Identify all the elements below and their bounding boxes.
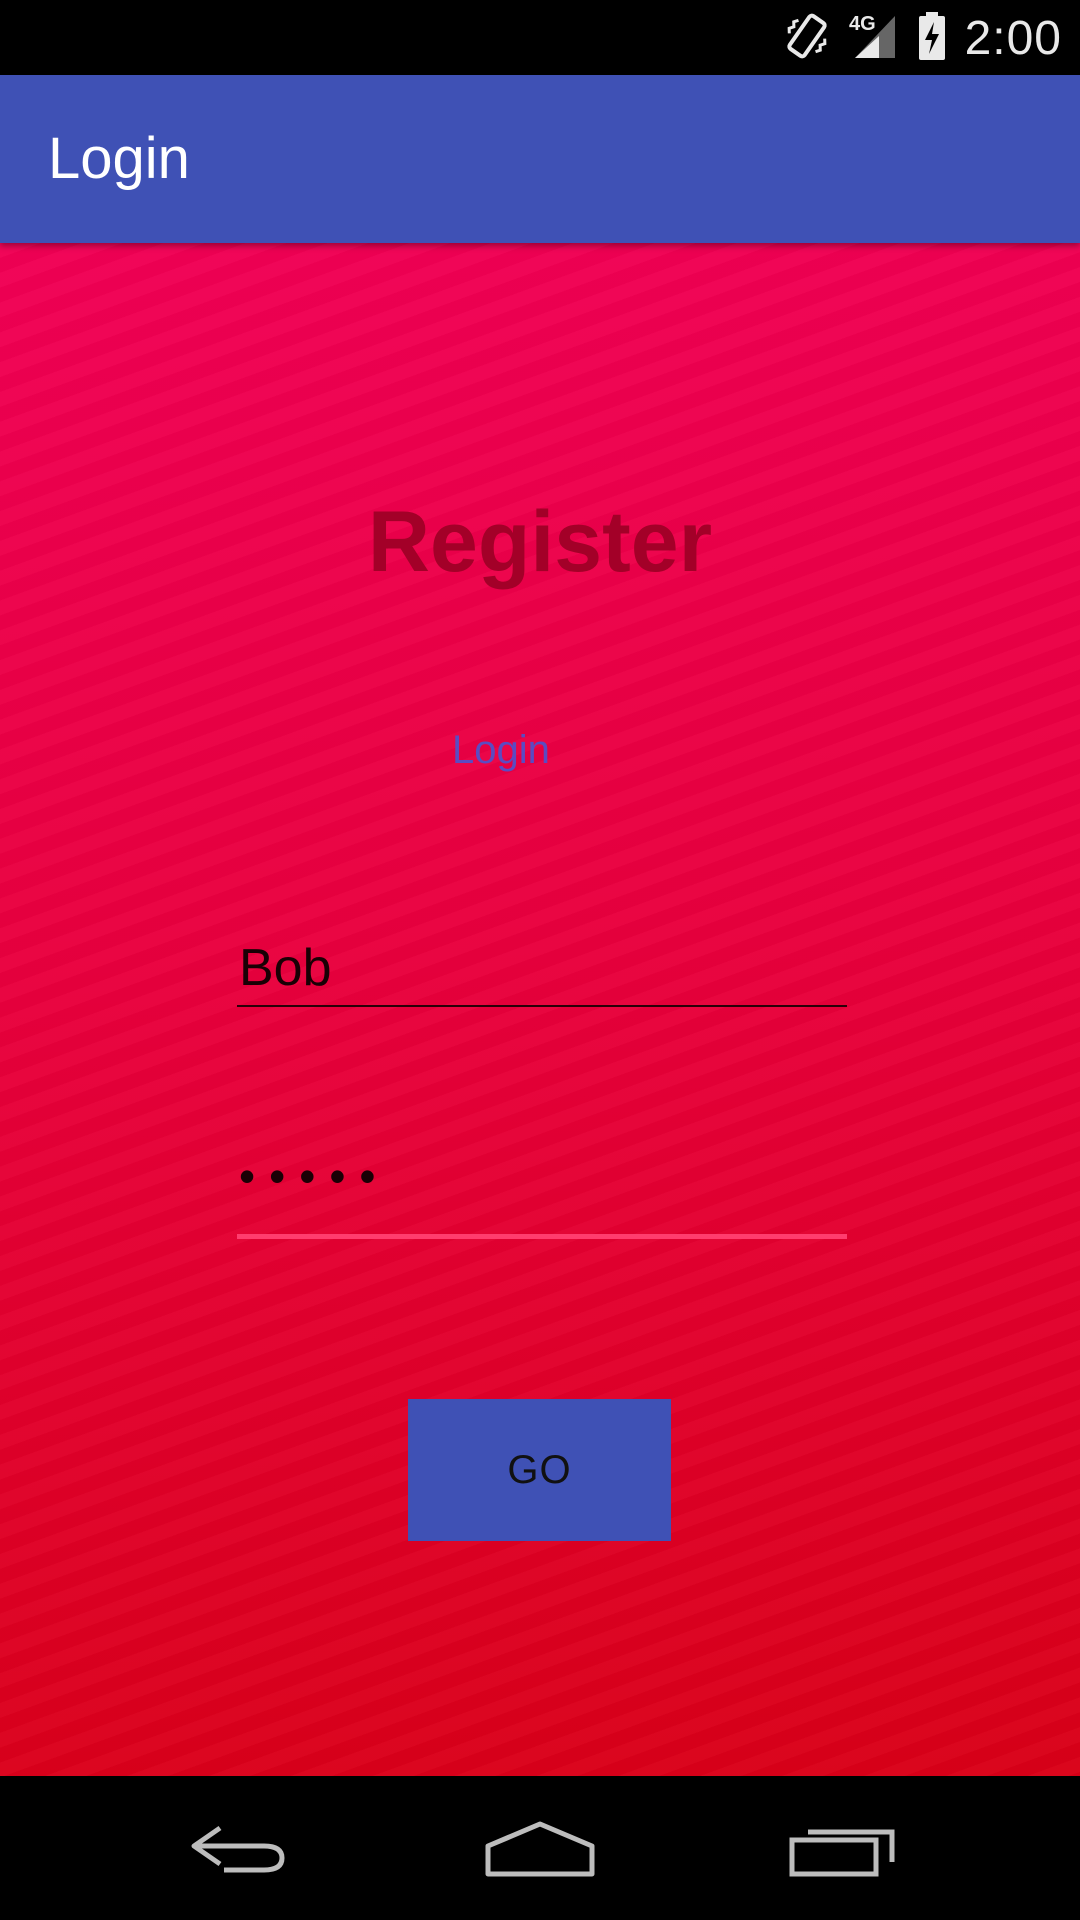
home-button[interactable]: [440, 1776, 640, 1920]
status-bar: 4G 2:00: [0, 0, 1080, 75]
password-input[interactable]: [237, 1118, 847, 1239]
login-link[interactable]: Login: [452, 728, 550, 773]
vibrate-icon: [783, 10, 831, 66]
signal-4g-icon: 4G: [849, 10, 899, 66]
recents-icon: [789, 1829, 895, 1877]
phone-screen: 4G 2:00 Login Register Login GO: [0, 0, 1080, 1920]
navigation-bar: [0, 1776, 1080, 1920]
register-heading: Register: [367, 494, 713, 590]
status-icons: 4G 2:00: [783, 8, 1062, 68]
app-title: Login: [48, 126, 190, 191]
username-input[interactable]: [237, 931, 847, 1007]
go-button[interactable]: GO: [408, 1399, 671, 1541]
network-type-label: 4G: [849, 13, 876, 35]
app-bar: Login: [0, 75, 1080, 243]
status-time: 2:00: [964, 11, 1062, 65]
back-button[interactable]: [139, 1776, 339, 1920]
battery-charging-icon: [917, 10, 947, 66]
recents-button[interactable]: [742, 1776, 942, 1920]
home-icon: [485, 1821, 595, 1877]
register-form: Register Login GO: [0, 243, 1080, 1776]
back-icon: [191, 1825, 285, 1873]
